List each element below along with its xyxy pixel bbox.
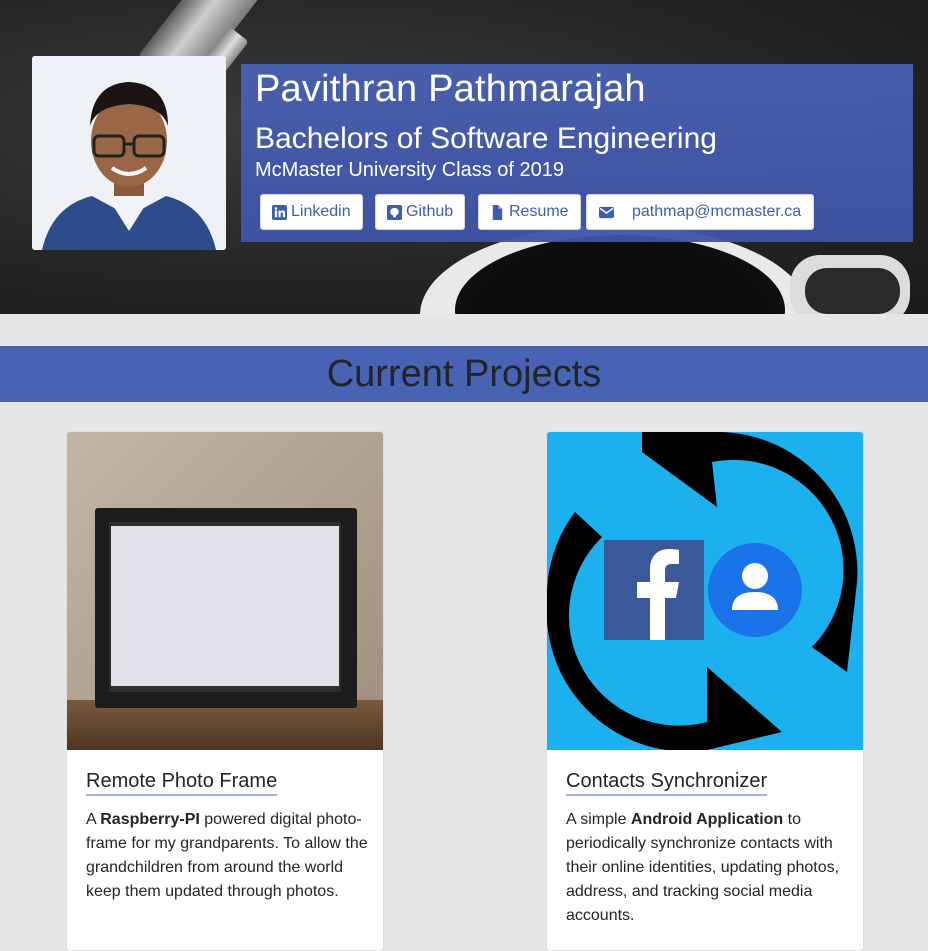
envelope-icon [599, 206, 614, 218]
github-label: Github [406, 203, 454, 220]
github-icon [387, 204, 402, 220]
linkedin-button[interactable]: Linkedin [260, 194, 363, 230]
project-title[interactable]: Contacts Synchronizer [566, 770, 768, 796]
contacts-sync-image [547, 432, 863, 750]
file-icon [492, 204, 503, 220]
projects-header: Current Projects [0, 346, 928, 402]
project-description: A Raspberry-PI powered digital photo-fra… [86, 811, 368, 900]
projects-heading: Current Projects [326, 352, 602, 395]
email-label: pathmap@mcmaster.ca [632, 203, 802, 220]
profile-degree: Bachelors of Software Engineering [255, 122, 717, 155]
profile-name: Pavithran Pathmarajah [255, 68, 646, 110]
resume-label: Resume [509, 203, 569, 220]
profile-photo [32, 56, 226, 250]
photo-frame-image [67, 432, 383, 750]
mug-handle-inner [805, 268, 900, 314]
linkedin-icon [272, 204, 287, 220]
project-description: A simple Android Application to periodic… [566, 811, 840, 924]
linkedin-label: Linkedin [291, 203, 351, 220]
github-button[interactable]: Github [375, 194, 466, 230]
project-title[interactable]: Remote Photo Frame [86, 770, 278, 796]
profile-school: McMaster University Class of 2019 [255, 159, 564, 181]
email-button[interactable]: pathmap@mcmaster.ca [586, 194, 815, 230]
resume-button[interactable]: Resume [478, 194, 581, 230]
project-card-photo-frame[interactable]: Remote Photo Frame A Raspberry-PI powere… [66, 431, 384, 951]
project-card-contacts-sync[interactable]: Contacts Synchronizer A simple Android A… [546, 431, 864, 951]
profile-info-panel: Pavithran Pathmarajah Bachelors of Softw… [241, 64, 913, 242]
hero-banner: Pavithran Pathmarajah Bachelors of Softw… [0, 0, 928, 314]
